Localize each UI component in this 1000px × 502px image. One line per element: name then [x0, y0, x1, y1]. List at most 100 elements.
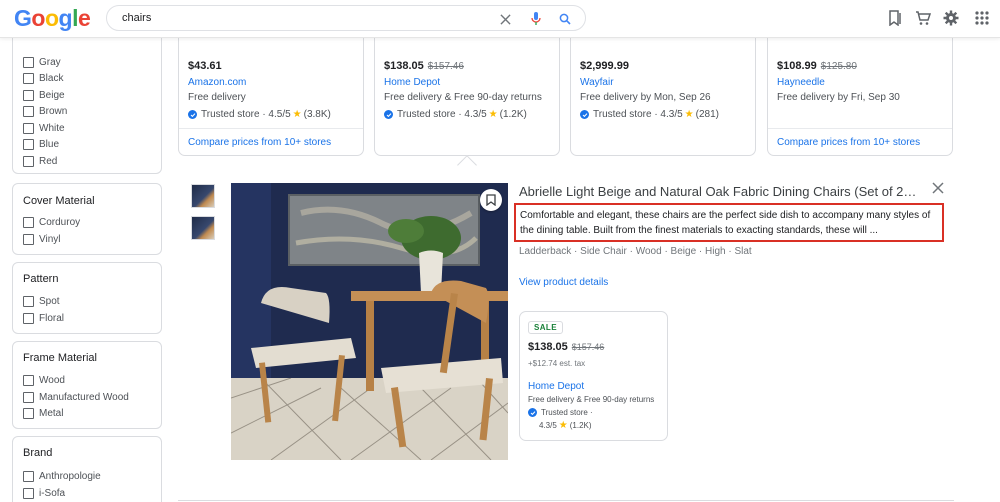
search-icon[interactable] — [557, 11, 573, 27]
clear-icon[interactable] — [497, 11, 513, 27]
filter-option[interactable]: i-Sofa — [23, 486, 65, 500]
filter-option[interactable]: Brown — [23, 104, 67, 118]
search-box[interactable]: chairs — [106, 5, 586, 31]
selection-notch — [457, 155, 477, 175]
filter-option[interactable]: Floral — [23, 311, 64, 325]
close-icon[interactable] — [931, 181, 945, 195]
view-product-details-link[interactable]: View product details — [519, 277, 608, 288]
offer-store-link[interactable]: Home Depot — [384, 77, 440, 88]
filter-color: Gray Black Beige Brown White Blue Red — [12, 20, 162, 174]
bookmark-icon[interactable] — [886, 9, 904, 27]
checkbox[interactable] — [23, 72, 34, 84]
checkbox[interactable] — [23, 407, 34, 419]
star-icon: ★ — [558, 420, 568, 431]
checkbox[interactable] — [23, 155, 34, 167]
filter-option[interactable]: Gray — [23, 55, 61, 69]
trusted-store: Trusted store · — [528, 408, 593, 417]
filter-option[interactable]: Spot — [23, 294, 60, 308]
cart-icon[interactable] — [914, 9, 932, 27]
verified-icon — [188, 110, 197, 119]
checkbox[interactable] — [23, 487, 34, 499]
filter-option[interactable]: Black — [23, 71, 63, 85]
checkbox[interactable] — [23, 56, 34, 68]
offer-price: $2,999.99 — [580, 60, 629, 72]
product-title[interactable]: Abrielle Light Beige and Natural Oak Fab… — [519, 184, 919, 199]
star-icon: ★ — [292, 109, 302, 120]
sale-offer-card[interactable]: SALE $138.05 $157.46 +$12.74 est. tax Hom… — [519, 311, 668, 441]
mic-icon[interactable] — [528, 11, 544, 27]
filter-option[interactable]: Metal — [23, 406, 63, 420]
filter-title: Brand — [23, 447, 53, 459]
old-price: $125.80 — [820, 61, 857, 72]
checkbox[interactable] — [23, 216, 34, 228]
offer-card[interactable]: $2,999.99 Wayfair Free delivery by Mon, … — [570, 38, 756, 156]
gear-icon[interactable] — [942, 9, 960, 27]
save-bookmark-button[interactable] — [480, 189, 502, 211]
checkbox[interactable] — [23, 391, 34, 403]
checkbox[interactable] — [23, 89, 34, 101]
sale-price: $138.05 $157.46 — [528, 341, 605, 353]
filter-option[interactable]: Anthropologie — [23, 469, 101, 483]
product-thumbnail[interactable] — [191, 184, 215, 208]
filter-title: Frame Material — [23, 352, 97, 364]
checkbox[interactable] — [23, 122, 34, 134]
filter-option[interactable]: Beige — [23, 88, 65, 102]
old-price: $157.46 — [571, 342, 605, 352]
filter-frame-material: Frame Material Wood Manufactured Wood Me… — [12, 341, 162, 429]
offer-card[interactable]: $108.99 $125.80 Hayneedle Free delivery b… — [767, 38, 953, 156]
offer-store-link[interactable]: Hayneedle — [777, 77, 825, 88]
checkbox[interactable] — [23, 233, 34, 245]
verified-icon — [528, 408, 537, 417]
offer-trust: Trusted store · 4.3/5 ★ (1.2K) — [384, 109, 527, 120]
star-icon: ★ — [684, 109, 694, 120]
filter-option[interactable]: Wood — [23, 373, 65, 387]
sale-badge: SALE — [528, 321, 563, 334]
checkbox[interactable] — [23, 138, 34, 150]
filter-option[interactable]: Vinyl — [23, 232, 61, 246]
header: Google chairs — [0, 0, 1000, 38]
checkbox[interactable] — [23, 470, 34, 482]
filter-option[interactable]: White — [23, 121, 65, 135]
offer-store-link[interactable]: Amazon.com — [188, 77, 246, 88]
offer-price: $43.61 — [188, 60, 222, 72]
store-link[interactable]: Home Depot — [528, 381, 584, 392]
compare-prices-link[interactable]: Compare prices from 10+ stores — [188, 137, 331, 148]
apps-icon[interactable] — [973, 9, 991, 27]
divider — [768, 128, 952, 129]
tax-estimate: +$12.74 est. tax — [528, 359, 586, 368]
filter-option[interactable]: Blue — [23, 137, 59, 151]
offer-store-link[interactable]: Wayfair — [580, 77, 614, 88]
checkbox[interactable] — [23, 105, 34, 117]
old-price: $157.46 — [427, 61, 464, 72]
filter-option[interactable]: Corduroy — [23, 215, 80, 229]
filter-title: Pattern — [23, 273, 59, 285]
verified-icon — [580, 110, 589, 119]
offer-card[interactable]: $138.05 $157.46 Home Depot Free delivery … — [374, 38, 560, 156]
offer-delivery: Free delivery by Mon, Sep 26 — [580, 92, 711, 103]
offer-trust: Trusted store · 4.3/5 ★ (281) — [580, 109, 719, 120]
store-rating: 4.3/5 ★ (1.2K) — [539, 420, 592, 431]
filter-option[interactable]: Manufactured Wood — [23, 390, 129, 404]
offer-trust: Trusted store · 4.5/5 ★ (3.8K) — [188, 109, 331, 120]
delivery-info: Free delivery & Free 90-day returns — [528, 395, 655, 404]
checkbox[interactable] — [23, 374, 34, 386]
filter-option[interactable]: Red — [23, 154, 57, 168]
product-attributes: Ladderback · Side Chair · Wood · Beige ·… — [519, 246, 752, 257]
checkbox[interactable] — [23, 295, 34, 307]
google-logo[interactable]: Google — [14, 5, 91, 32]
filter-pattern: Pattern Spot Floral — [12, 262, 162, 334]
compare-prices-link[interactable]: Compare prices from 10+ stores — [777, 137, 920, 148]
product-image[interactable] — [231, 183, 508, 460]
offer-delivery: Free delivery & Free 90-day returns — [384, 92, 542, 103]
checkbox[interactable] — [23, 312, 34, 324]
star-icon: ★ — [488, 109, 498, 120]
filter-brand: Brand Anthropologie i-Sofa — [12, 436, 162, 502]
verified-icon — [384, 110, 393, 119]
offer-price: $108.99 $125.80 — [777, 60, 857, 72]
filter-cover-material: Cover Material Corduroy Vinyl — [12, 183, 162, 255]
search-input[interactable]: chairs — [122, 12, 151, 24]
filter-title: Cover Material — [23, 195, 95, 207]
divider — [178, 500, 954, 501]
offer-card[interactable]: $43.61 Amazon.com Free delivery Trusted … — [178, 38, 364, 156]
product-thumbnail[interactable] — [191, 216, 215, 240]
